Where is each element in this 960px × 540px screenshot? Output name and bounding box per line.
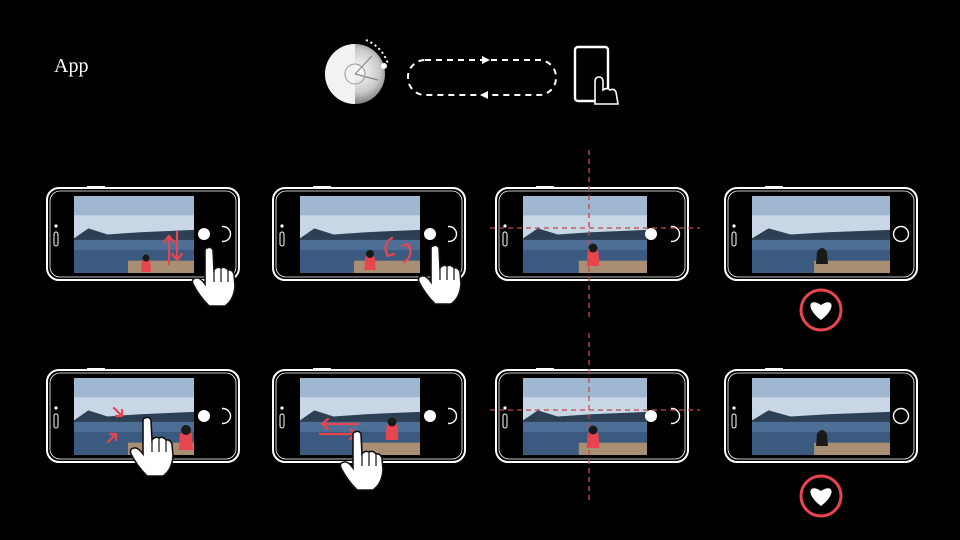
gesture-cell-favorite bbox=[724, 186, 918, 332]
photo-scene bbox=[300, 196, 420, 273]
shutter-button bbox=[645, 410, 657, 422]
gesture-cell-rotate bbox=[272, 186, 466, 305]
shutter-button bbox=[198, 228, 210, 240]
photo-scene bbox=[523, 378, 647, 455]
shutter-button bbox=[198, 410, 210, 422]
heart-icon bbox=[810, 488, 832, 506]
shutter-button bbox=[424, 410, 436, 422]
shutter-button bbox=[424, 228, 436, 240]
photo-scene bbox=[523, 196, 647, 273]
gesture-grid bbox=[46, 150, 918, 518]
gesture-cell-drag-horizontal bbox=[272, 368, 466, 491]
photo-scene bbox=[74, 378, 194, 455]
gesture-cell-favorite bbox=[724, 368, 918, 518]
gesture-cell-drag-vertical bbox=[46, 186, 240, 307]
shutter-button bbox=[645, 228, 657, 240]
heart-icon bbox=[810, 302, 832, 320]
gesture-cell-pinch bbox=[46, 368, 240, 477]
